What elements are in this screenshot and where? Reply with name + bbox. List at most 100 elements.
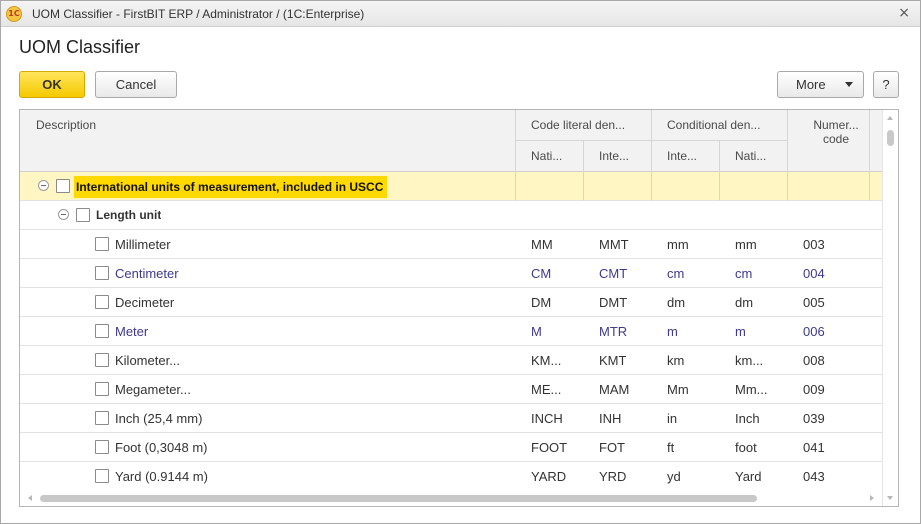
header-code-literal[interactable]: Code literal den... (531, 118, 651, 132)
cell-cond-national: cm (735, 266, 753, 281)
header-national[interactable]: Nati... (531, 149, 562, 163)
header-cond-international[interactable]: Inte... (667, 149, 697, 163)
cell-numeric: 039 (803, 411, 825, 426)
cell-description: Inch (25,4 mm) (115, 411, 203, 426)
cell-national: ME... (531, 382, 562, 397)
cell-national: M (531, 324, 542, 339)
cell-cond-national: Inch (735, 411, 760, 426)
row-checkbox[interactable] (95, 382, 109, 396)
vertical-scroll-thumb[interactable] (887, 130, 894, 146)
header-divider (719, 140, 720, 172)
uom-table: Description Code literal den... Conditio… (19, 109, 899, 507)
cell-cond-international: in (667, 411, 678, 426)
header-divider (515, 110, 516, 172)
cell-cond-international: ft (667, 440, 675, 455)
header-divider (787, 110, 788, 172)
cell-description: Foot (0,3048 m) (115, 440, 208, 455)
cell-divider (651, 172, 652, 201)
window-titlebar: 1C UOM Classifier - FirstBIT ERP / Admin… (1, 1, 920, 27)
cell-description: Megameter... (115, 382, 191, 397)
header-subdivider (515, 140, 787, 141)
table-row[interactable]: Foot (0,3048 m) FOOT FOT ft foot 041 (20, 433, 882, 462)
help-button[interactable]: ? (873, 71, 899, 98)
cell-international: DMT (599, 295, 628, 310)
row-checkbox[interactable] (95, 237, 109, 251)
cell-description: Millimeter (115, 237, 171, 252)
uom-classifier-window: 1C UOM Classifier - FirstBIT ERP / Admin… (0, 0, 921, 524)
header-numeric-code[interactable]: Numer... code (803, 118, 869, 146)
row-checkbox[interactable] (95, 295, 109, 309)
header-divider (651, 110, 652, 172)
table-header: Description Code literal den... Conditio… (20, 110, 898, 172)
cell-description: Kilometer... (115, 353, 181, 368)
cell-numeric: 009 (803, 382, 825, 397)
chevron-down-icon (845, 82, 853, 87)
row-checkbox[interactable] (95, 469, 109, 483)
row-checkbox[interactable] (95, 266, 109, 280)
cell-cond-international: dm (667, 295, 686, 310)
table-row[interactable]: Millimeter MM MMT mm mm 003 (20, 230, 882, 259)
cell-numeric: 004 (803, 266, 825, 281)
cancel-button[interactable]: Cancel (95, 71, 177, 98)
header-cond-national[interactable]: Nati... (735, 149, 766, 163)
cell-international: YRD (599, 469, 627, 484)
scroll-down-icon[interactable] (887, 496, 893, 500)
cell-numeric: 003 (803, 237, 825, 252)
header-divider (583, 140, 584, 172)
ok-button[interactable]: OK (19, 71, 85, 98)
cell-cond-international: m (667, 324, 678, 339)
close-icon[interactable]: × (898, 5, 910, 21)
row-checkbox[interactable] (56, 179, 70, 193)
table-row-subgroup[interactable]: Length unit (20, 201, 882, 230)
table-row[interactable]: Centimeter CM CMT cm cm 004 (20, 259, 882, 288)
scroll-up-icon[interactable] (887, 116, 893, 120)
collapse-icon[interactable] (58, 209, 69, 220)
cell-cond-international: km (667, 353, 685, 368)
header-divider (869, 110, 870, 172)
cell-divider (869, 172, 870, 201)
row-checkbox[interactable] (95, 411, 109, 425)
cell-cond-international: yd (667, 469, 681, 484)
table-row-group[interactable]: International units of measurement, incl… (20, 172, 882, 201)
cell-cond-national: Yard (735, 469, 762, 484)
row-checkbox[interactable] (95, 353, 109, 367)
cell-divider (719, 172, 720, 201)
row-checkbox[interactable] (95, 324, 109, 338)
cell-cond-international: cm (667, 266, 685, 281)
group-label: International units of measurement, incl… (74, 176, 388, 198)
cell-international: KMT (599, 353, 627, 368)
table-row[interactable]: Kilometer... KM... KMT km km... 008 (20, 346, 882, 375)
vertical-scrollbar[interactable] (882, 110, 898, 506)
horizontal-scroll-thumb[interactable] (40, 495, 757, 502)
cell-cond-national: mm (735, 237, 757, 252)
row-checkbox[interactable] (95, 440, 109, 454)
horizontal-scrollbar[interactable] (20, 490, 882, 506)
more-button[interactable]: More (777, 71, 864, 98)
row-checkbox[interactable] (76, 208, 90, 222)
cell-cond-international: mm (667, 237, 689, 252)
table-row[interactable]: Meter M MTR m m 006 (20, 317, 882, 346)
cell-cond-national: dm (735, 295, 754, 310)
scroll-left-icon[interactable] (28, 495, 32, 501)
table-row[interactable]: Inch (25,4 mm) INCH INH in Inch 039 (20, 404, 882, 433)
cell-numeric: 006 (803, 324, 825, 339)
cell-international: FOT (599, 440, 625, 455)
collapse-icon[interactable] (38, 180, 49, 191)
cell-cond-national: km... (735, 353, 764, 368)
scroll-right-icon[interactable] (870, 495, 874, 501)
header-international[interactable]: Inte... (599, 149, 629, 163)
table-row[interactable]: Yard (0.9144 m) YARD YRD yd Yard 043 (20, 462, 882, 491)
cell-numeric: 043 (803, 469, 825, 484)
table-row[interactable]: Decimeter DM DMT dm dm 005 (20, 288, 882, 317)
cell-description: Yard (0.9144 m) (115, 469, 208, 484)
cell-numeric: 041 (803, 440, 825, 455)
cell-cond-national: m (735, 324, 746, 339)
more-button-label: More (796, 77, 826, 92)
page-title: UOM Classifier (19, 37, 141, 57)
header-conditional[interactable]: Conditional den... (667, 118, 787, 132)
cell-national: FOOT (531, 440, 568, 455)
cell-international: MAM (599, 382, 630, 397)
cell-description: Meter (115, 324, 149, 339)
table-row[interactable]: Megameter... ME... MAM Mm Mm... 009 (20, 375, 882, 404)
header-description[interactable]: Description (36, 118, 96, 132)
